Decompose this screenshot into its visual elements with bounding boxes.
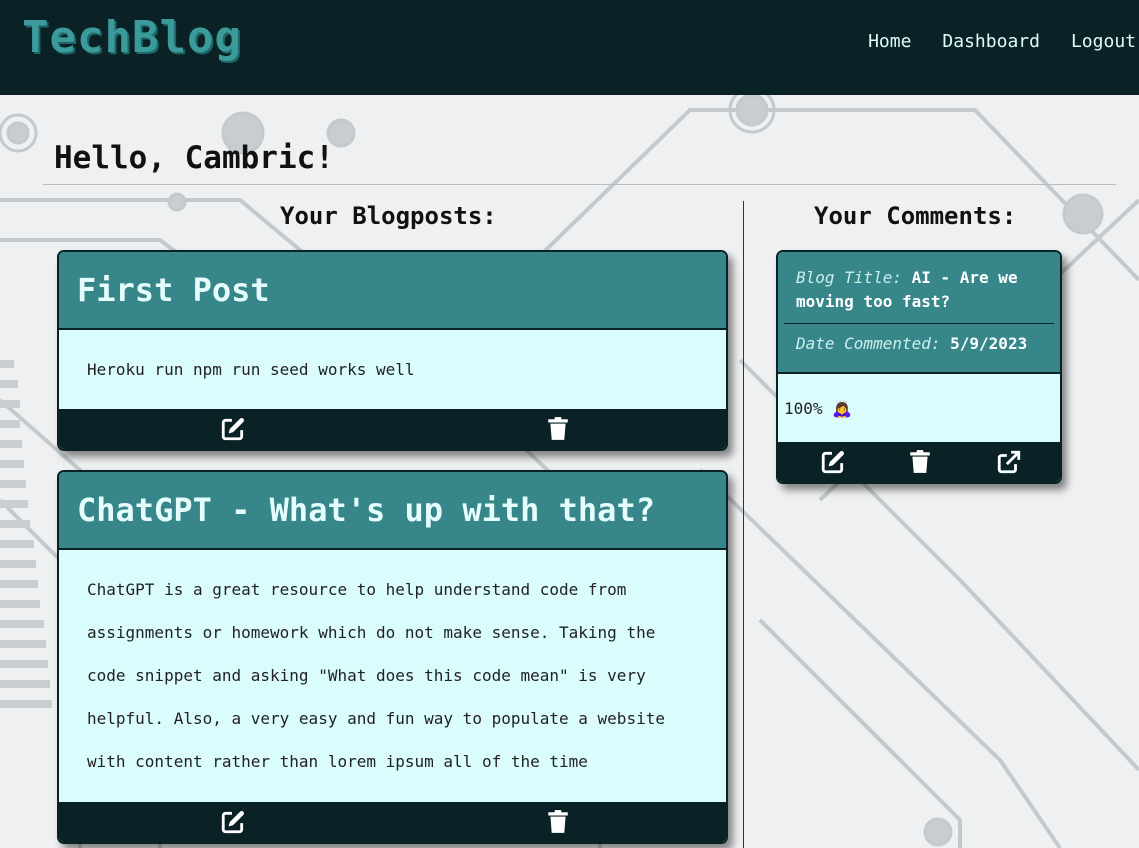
date-value: 5/9/2023 — [950, 334, 1028, 353]
nav-logout-link[interactable]: Logout — [1071, 31, 1136, 52]
blogpost-body: ChatGPT is a great resource to help unde… — [87, 580, 665, 771]
column-divider — [743, 201, 744, 848]
edit-icon[interactable] — [220, 416, 246, 442]
site-logo[interactable]: TechBlog — [22, 12, 242, 63]
trash-icon[interactable] — [907, 449, 933, 475]
blogpost-actions — [59, 802, 726, 842]
comment-divider — [784, 323, 1054, 324]
blogpost-actions — [59, 409, 726, 449]
blogpost-title[interactable]: First Post — [59, 252, 726, 330]
divider — [43, 184, 1116, 185]
trash-icon[interactable] — [545, 809, 571, 835]
dashboard-content: Hello, Cambric! Your Blogposts: Your Com… — [0, 95, 1139, 848]
comment-card: Blog Title: AI - Are we moving too fast?… — [776, 250, 1062, 484]
nav-dashboard-link[interactable]: Dashboard — [942, 31, 1040, 52]
nav-home-link[interactable]: Home — [868, 31, 911, 52]
blogpost-body: Heroku run npm run seed works well — [87, 360, 415, 379]
edit-icon[interactable] — [220, 809, 246, 835]
blogpost-title[interactable]: ChatGPT - What's up with that? — [59, 472, 726, 550]
main-nav: Home Dashboard Logout — [868, 31, 1139, 52]
blogposts-heading: Your Blogposts: — [280, 202, 497, 230]
comments-heading: Your Comments: — [814, 202, 1017, 230]
comment-header: Blog Title: AI - Are we moving too fast?… — [778, 252, 1060, 372]
trash-icon[interactable] — [545, 416, 571, 442]
blog-title-label: Blog Title: — [796, 268, 902, 287]
comment-text: 100% 🙇‍♀️ — [778, 372, 1060, 442]
comment-actions — [778, 442, 1060, 482]
date-label: Date Commented: — [796, 334, 941, 353]
greeting-heading: Hello, Cambric! — [54, 140, 334, 176]
external-link-icon[interactable] — [996, 449, 1022, 475]
navbar: TechBlog Home Dashboard Logout — [0, 0, 1139, 95]
edit-icon[interactable] — [820, 449, 846, 475]
blogpost-card: ChatGPT - What's up with that? ChatGPT i… — [57, 470, 728, 844]
blogpost-card: First Post Heroku run npm run seed works… — [57, 250, 728, 451]
